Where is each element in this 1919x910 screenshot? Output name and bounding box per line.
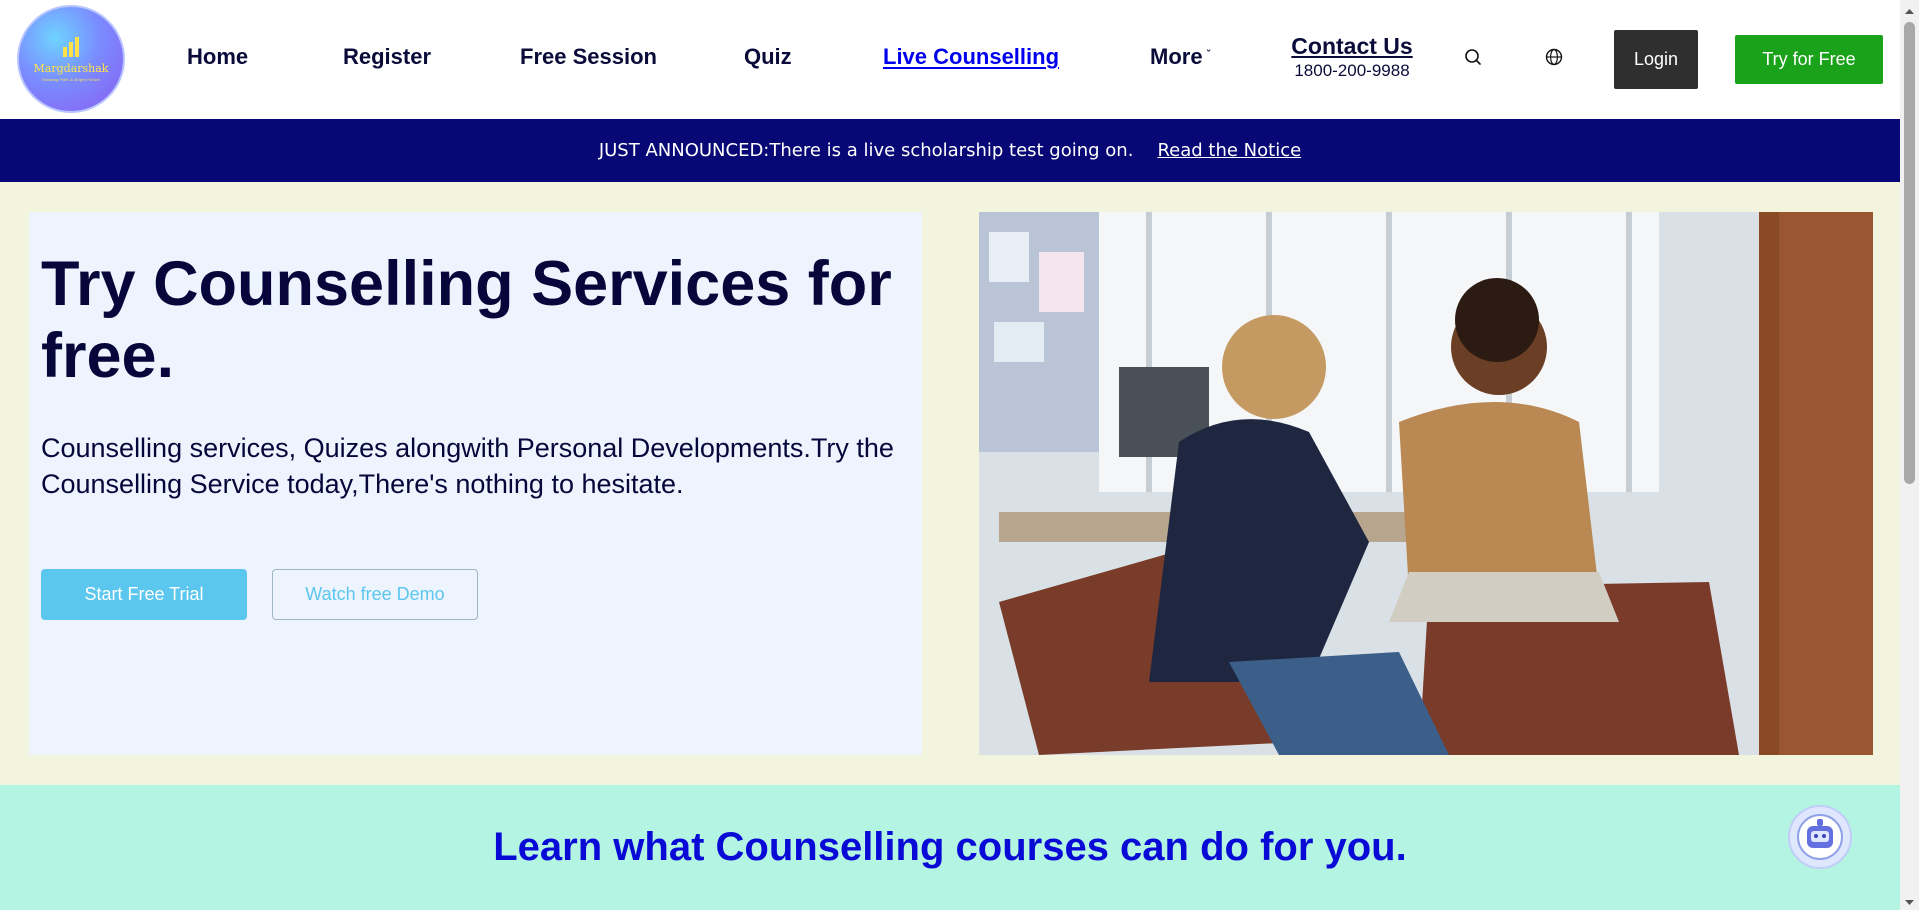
- nav-more-label: More: [1150, 44, 1203, 69]
- brand-logo[interactable]: Margdarshak Showing Path & Bright Future: [17, 5, 125, 113]
- watch-free-demo-button[interactable]: Watch free Demo: [272, 569, 478, 620]
- start-free-trial-button[interactable]: Start Free Trial: [41, 569, 247, 620]
- brand-name: Margdarshak: [33, 61, 109, 75]
- scroll-down-arrow-icon[interactable]: [1904, 895, 1915, 906]
- try-for-free-button[interactable]: Try for Free: [1735, 35, 1883, 84]
- nav-more[interactable]: More ˇ: [1150, 44, 1210, 70]
- counselling-session-photo: [979, 212, 1873, 755]
- nav-home[interactable]: Home: [187, 44, 248, 70]
- contact-title[interactable]: Contact Us: [1289, 33, 1415, 60]
- nav-register[interactable]: Register: [343, 44, 431, 70]
- announcement-text: JUST ANNOUNCED:There is a live scholarsh…: [598, 140, 1134, 161]
- chevron-down-icon: ˇ: [1206, 49, 1211, 61]
- contact-phone: 1800-200-9988: [1294, 61, 1410, 80]
- hero-title: Try Counselling Services for free.: [41, 249, 892, 391]
- courses-section: Learn what Counselling courses can do fo…: [0, 785, 1900, 910]
- courses-section-title: Learn what Counselling courses can do fo…: [493, 825, 1407, 869]
- hero-section: Try Counselling Services for free. Couns…: [0, 182, 1900, 785]
- scroll-thumb[interactable]: [1904, 22, 1915, 484]
- brand-tagline: Showing Path & Bright Future: [41, 76, 101, 82]
- scroll-up-arrow-icon[interactable]: [1904, 4, 1915, 15]
- hero-subtitle: Counselling services, Quizes alongwith P…: [41, 433, 894, 499]
- nav-quiz[interactable]: Quiz: [744, 44, 792, 70]
- page-scrollbar[interactable]: [1900, 0, 1919, 910]
- login-button[interactable]: Login: [1614, 30, 1698, 89]
- announcement-bar: JUST ANNOUNCED:There is a live scholarsh…: [0, 119, 1900, 182]
- chatbot-icon[interactable]: [1788, 805, 1852, 869]
- nav-free-session[interactable]: Free Session: [520, 44, 657, 70]
- read-notice-link[interactable]: Read the Notice: [1157, 140, 1301, 161]
- globe-icon[interactable]: [1543, 46, 1565, 68]
- nav-live-counselling[interactable]: Live Counselling: [883, 44, 1059, 70]
- site-header: Margdarshak Showing Path & Bright Future…: [0, 0, 1900, 119]
- contact-block[interactable]: Contact Us 1800-200-9988: [1289, 33, 1415, 81]
- logo-mark-icon: [60, 36, 82, 59]
- hero-card: Try Counselling Services for free. Couns…: [29, 212, 922, 755]
- search-icon[interactable]: [1462, 46, 1484, 68]
